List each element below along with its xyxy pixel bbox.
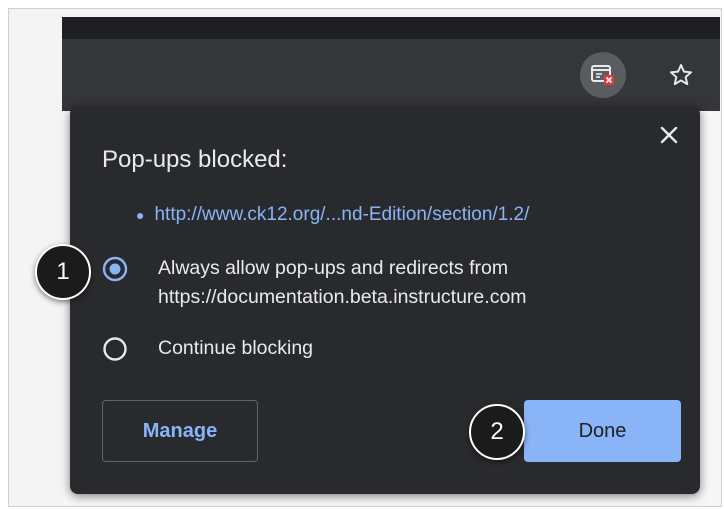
bookmark-star-button[interactable] [658,52,704,98]
tab-strip [62,17,720,39]
dialog-title: Pop-ups blocked: [102,146,288,173]
radio-unselected-icon[interactable] [102,336,128,362]
option-always-allow-line1: Always allow pop-ups and redirects from [158,257,509,279]
option-continue-blocking-label: Continue blocking [158,337,314,359]
star-icon [669,64,693,86]
step-badge-2: 2 [469,404,525,460]
step-badge-1: 1 [35,244,91,300]
close-icon [660,126,678,144]
blocked-url-item[interactable]: ● http://www.ck12.org/...nd-Edition/sect… [136,204,529,226]
bullet-icon: ● [136,207,145,223]
radio-selected-icon[interactable] [102,256,128,282]
option-always-allow-label: Always allow pop-ups and redirects from … [158,254,527,312]
popup-blocked-icon [591,65,614,85]
manage-button[interactable]: Manage [102,400,258,462]
popup-blocked-button[interactable] [580,52,626,98]
browser-toolbar [62,39,720,111]
popups-blocked-dialog: Pop-ups blocked: ● http://www.ck12.org/.… [70,106,700,494]
option-always-allow[interactable]: Always allow pop-ups and redirects from … [102,256,527,312]
done-button[interactable]: Done [524,400,681,462]
close-button[interactable] [654,120,684,150]
option-continue-blocking[interactable]: Continue blocking [102,336,313,363]
option-always-allow-line2: https://documentation.beta.instructure.c… [158,286,527,308]
blocked-url-link[interactable]: http://www.ck12.org/...nd-Edition/sectio… [154,204,529,226]
